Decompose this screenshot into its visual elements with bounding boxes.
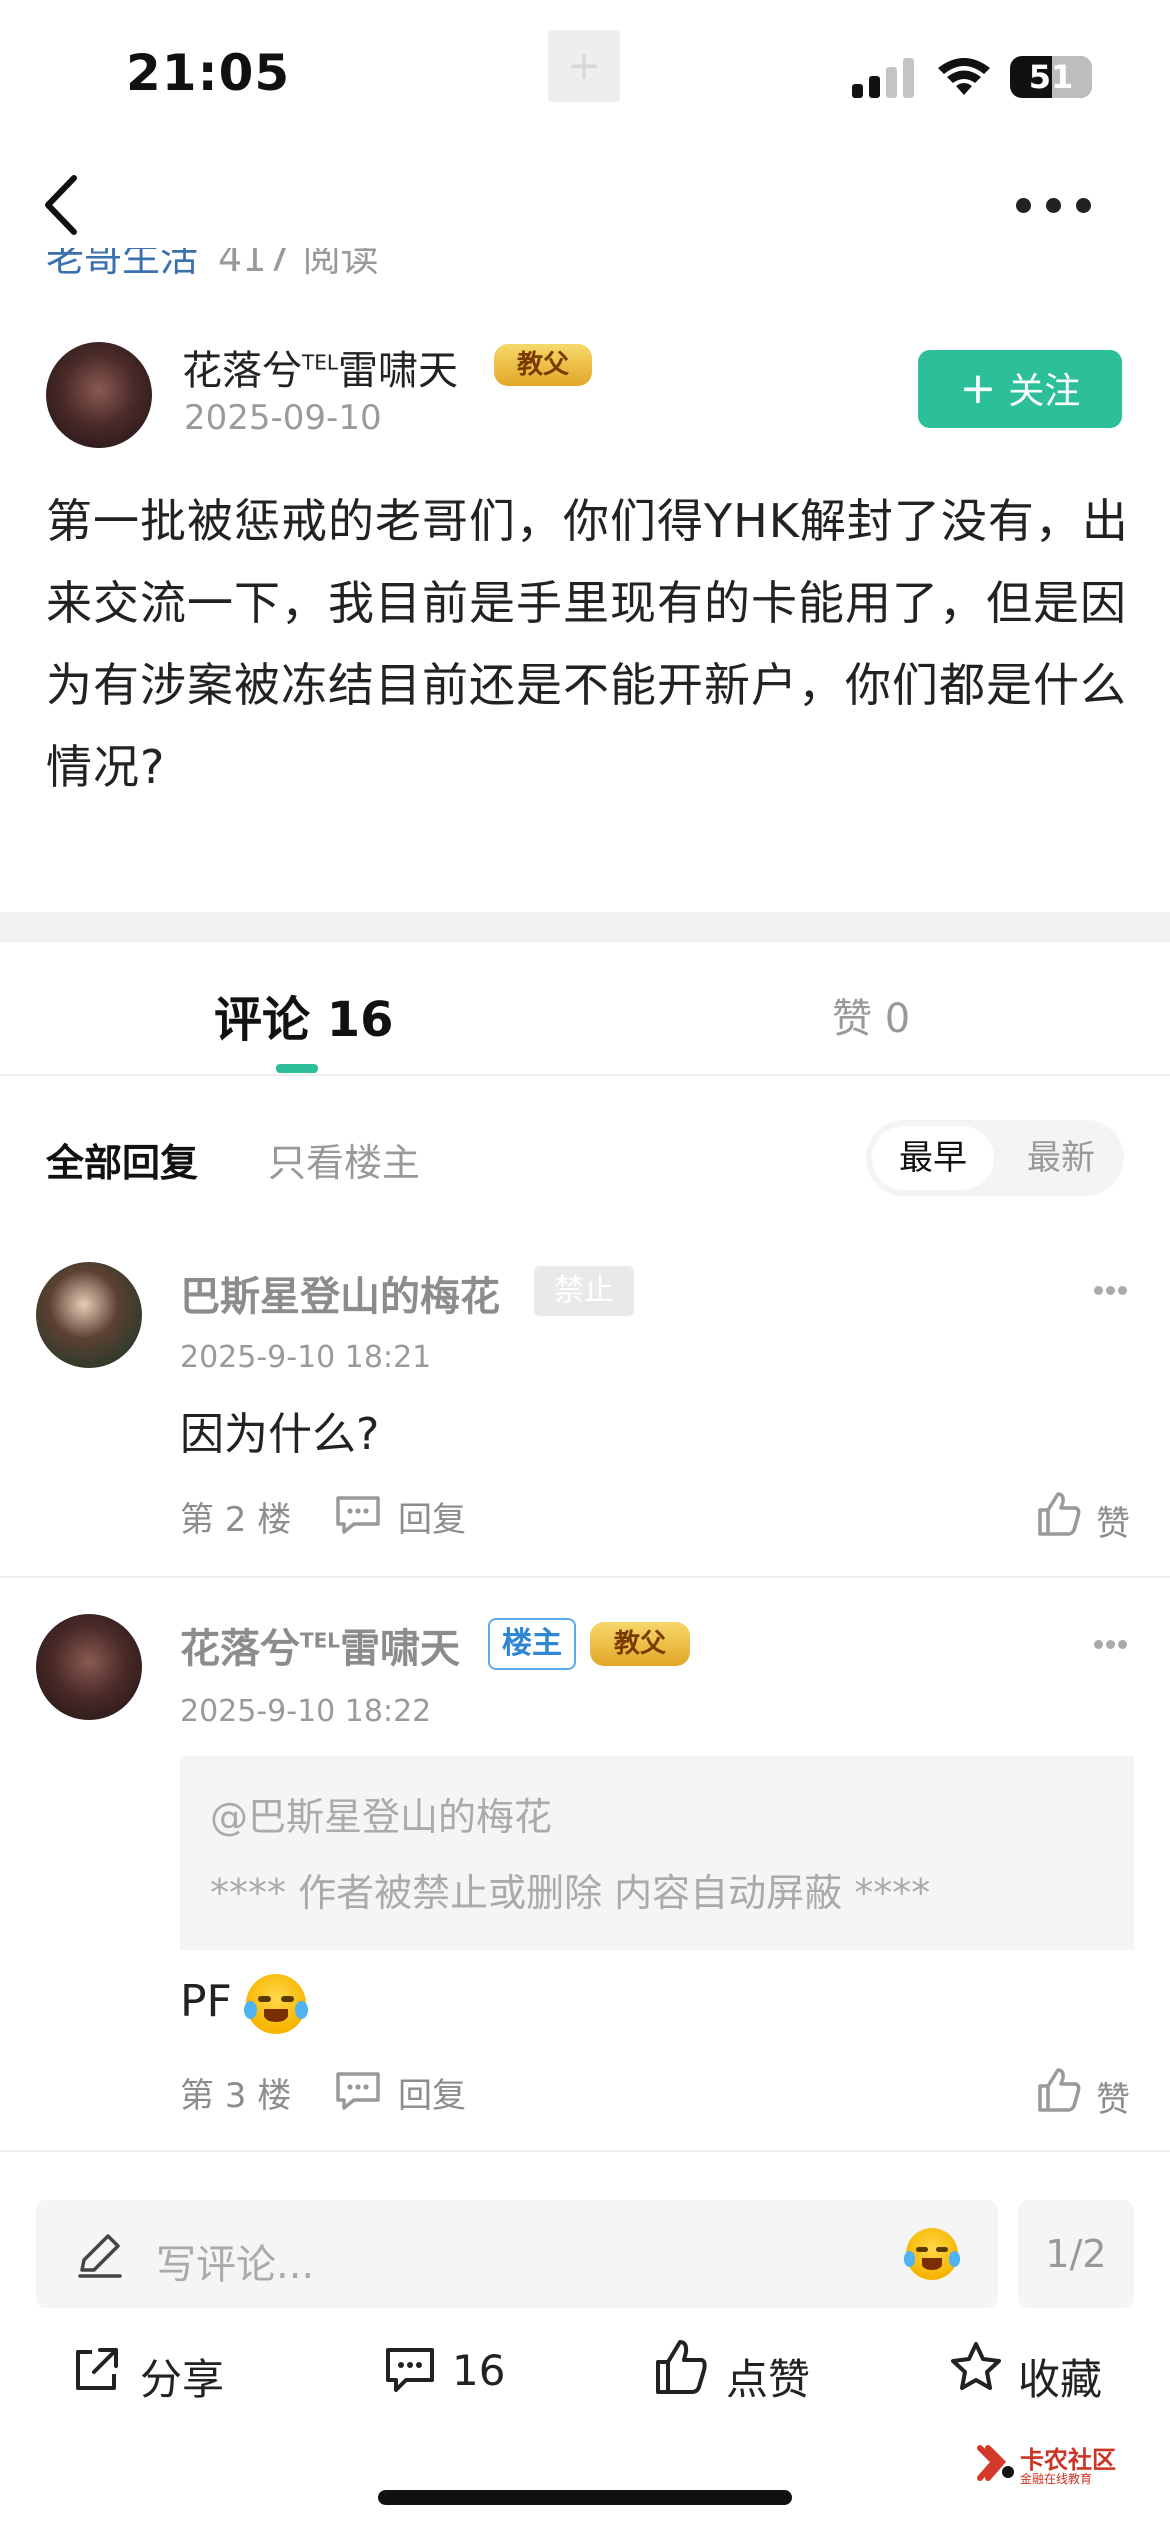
wifi-icon (938, 58, 990, 95)
filter-all-replies[interactable]: 全部回复 (46, 1132, 198, 1187)
edit-pencil-icon (78, 2234, 122, 2278)
reply-icon[interactable] (334, 1494, 382, 1534)
author-name-sup: TEL (302, 350, 338, 375)
reply-button[interactable]: 回复 (398, 1492, 466, 1541)
post-reads: 417 阅读 (218, 248, 379, 280)
comment-placeholder: 写评论... (156, 2242, 315, 2288)
battery-tip (1084, 68, 1090, 86)
author-date: 2025-09-10 (184, 398, 382, 438)
share-icon[interactable] (70, 2344, 122, 2396)
reply-author-name-sup: TEL (300, 1628, 341, 1653)
reply-floor: 第 3 楼 (180, 2076, 292, 2116)
post-meta-cut: 老哥生活 417 阅读 (46, 248, 379, 282)
emoji-picker-icon[interactable] (903, 2228, 961, 2280)
tab-comments[interactable]: 评论 16 (214, 980, 394, 1050)
reply-more-icon[interactable] (1094, 1640, 1128, 1650)
reply-author-name[interactable]: 巴斯星登山的梅花 (180, 1264, 500, 1322)
more-options-icon[interactable] (1016, 196, 1092, 216)
reply-time: 2025-9-10 18:22 (180, 1694, 432, 1729)
reply-icon[interactable] (334, 2070, 382, 2110)
sort-latest[interactable]: 最新 (1004, 1126, 1118, 1190)
watermark-subtitle: 金融在线教育 (1020, 2472, 1093, 2486)
status-center-placeholder: + (548, 30, 620, 102)
reply-content: 因为什么? (180, 1409, 380, 1460)
banned-tag: 禁止 (534, 1266, 634, 1316)
like-post-button[interactable]: 点赞 (726, 2346, 810, 2407)
quoted-user[interactable]: @巴斯星登山的梅花 (210, 1786, 552, 1841)
plus-icon: + (959, 363, 997, 414)
tabs-divider (0, 1074, 1170, 1076)
tab-likes[interactable]: 赞 0 (832, 986, 910, 1044)
filter-op-only[interactable]: 只看楼主 (268, 1132, 420, 1187)
reply-avatar[interactable] (36, 1614, 142, 1720)
post-body: 第一批被惩戒的老哥们，你们得YHK解封了没有，出来交流一下，我目前是手里现有的卡… (46, 494, 1129, 794)
kanong-logo-icon (977, 2445, 1014, 2481)
status-time: 21:05 (126, 44, 291, 102)
author-name-suffix: 雷啸天 (338, 348, 458, 394)
like-button[interactable]: 赞 (1096, 2072, 1130, 2121)
sort-earliest[interactable]: 最早 (872, 1126, 994, 1190)
like-icon[interactable] (1036, 1490, 1082, 1538)
comment-count[interactable]: 16 (452, 2346, 505, 2395)
op-tag: 楼主 (488, 1618, 576, 1670)
follow-button[interactable]: + 关注 (918, 350, 1122, 428)
page-indicator[interactable]: 1/2 (1018, 2200, 1134, 2308)
reply-author-badge: 教父 (590, 1622, 690, 1666)
star-icon[interactable] (948, 2340, 1004, 2394)
reply-avatar[interactable] (36, 1262, 142, 1368)
like-button[interactable]: 赞 (1096, 1496, 1130, 1545)
reply-content: PF (180, 1976, 232, 2027)
reply-time: 2025-9-10 18:21 (180, 1340, 432, 1375)
author-avatar[interactable] (46, 342, 152, 448)
section-divider (0, 912, 1170, 942)
comment-count-icon[interactable] (384, 2346, 436, 2394)
reply-author-name[interactable]: 花落兮TEL雷啸天 (180, 1616, 460, 1674)
battery-icon: 51 (1010, 56, 1092, 98)
quoted-text: **** 作者被禁止或删除 内容自动屏蔽 **** (210, 1871, 931, 1915)
battery-level: 51 (1028, 58, 1074, 96)
post-category: 老哥生活 (46, 248, 199, 280)
author-name-main: 花落兮 (182, 348, 302, 394)
reply-button[interactable]: 回复 (398, 2068, 466, 2117)
share-button[interactable]: 分享 (140, 2346, 224, 2407)
author-name[interactable]: 花落兮TEL雷啸天 (182, 338, 458, 396)
reply-floor: 第 2 楼 (180, 1500, 292, 1540)
crying-laughing-emoji-icon (243, 1974, 309, 2034)
reply-author-name-suffix: 雷啸天 (340, 1626, 461, 1672)
follow-label: 关注 (1008, 371, 1081, 412)
reply-author-name-main: 花落兮 (180, 1626, 300, 1672)
author-badge: 教父 (494, 344, 592, 386)
tab-active-indicator (276, 1064, 318, 1073)
favorite-button[interactable]: 收藏 (1018, 2346, 1102, 2407)
reply-divider (0, 2150, 1170, 2152)
back-icon[interactable] (40, 172, 84, 238)
reply-more-icon[interactable] (1094, 1286, 1128, 1296)
thumbs-up-icon[interactable] (654, 2338, 708, 2396)
cellular-signal-icon (852, 56, 914, 98)
reply-divider (0, 1576, 1170, 1578)
like-icon[interactable] (1036, 2066, 1082, 2114)
home-indicator[interactable] (378, 2490, 792, 2505)
